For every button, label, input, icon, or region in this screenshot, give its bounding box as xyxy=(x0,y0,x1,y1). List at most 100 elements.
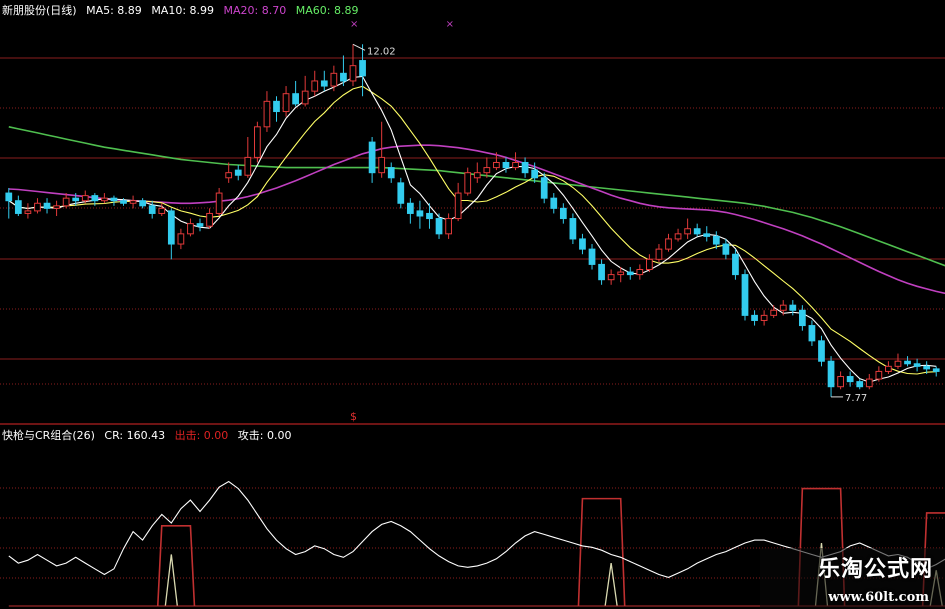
candle-up xyxy=(378,156,386,174)
candle-down xyxy=(751,314,758,321)
candle-down xyxy=(598,263,605,281)
candle-up xyxy=(894,360,902,367)
signal-marker: × xyxy=(446,19,454,30)
candle-down xyxy=(741,274,749,316)
candle-down xyxy=(923,365,931,370)
candle-up xyxy=(607,274,615,281)
candle-up xyxy=(206,212,213,227)
attack-spike xyxy=(604,562,618,607)
candle-down xyxy=(292,93,299,105)
candle-up xyxy=(263,100,271,128)
dollar-marker: $ xyxy=(350,410,357,423)
attack-spike xyxy=(164,554,178,607)
high-price-label: 12.02 xyxy=(367,46,396,57)
candle-up xyxy=(225,172,233,179)
candle-down xyxy=(320,80,328,87)
candle-down xyxy=(913,363,921,367)
candle-down xyxy=(110,197,118,202)
candle-down xyxy=(827,360,835,388)
candle-up xyxy=(244,156,252,176)
candle-down xyxy=(91,195,99,202)
candle-up xyxy=(454,192,462,220)
chart-stage: 12.02 7.77 × × $ 新朋股份(日线) MA5: 8.89 MA10: 8.… xyxy=(0,0,945,609)
strike-bar xyxy=(577,497,626,607)
ma10-value: MA10: 8.99 xyxy=(151,4,215,17)
out-value: 出击: 0.00 xyxy=(174,429,229,442)
candle-down xyxy=(732,253,739,276)
signal-marker: × xyxy=(350,19,358,30)
candle-down xyxy=(426,212,433,220)
candle-down xyxy=(579,238,586,250)
candle-down xyxy=(569,218,577,240)
candle-up xyxy=(865,378,873,388)
candle-down xyxy=(932,368,940,372)
watermark-url: www.60lt.com xyxy=(828,590,929,605)
candle-down xyxy=(416,210,424,217)
candle-down xyxy=(521,161,529,174)
candle-down xyxy=(540,177,548,199)
candle-up xyxy=(254,126,261,158)
candle-up xyxy=(81,195,89,202)
candle-down xyxy=(531,169,539,179)
candle-up xyxy=(665,238,672,250)
candle-up xyxy=(674,233,682,240)
candle-up xyxy=(473,172,481,179)
candle-down xyxy=(502,161,510,169)
candle-up xyxy=(636,269,644,276)
candle-down xyxy=(626,271,634,276)
candle-up xyxy=(330,72,338,87)
candle-up xyxy=(655,248,663,260)
candle-down xyxy=(693,228,701,235)
indicator-header: 快枪与CR组合(26) CR: 160.43 出击: 0.00 攻击: 0.00 xyxy=(2,429,298,443)
candle-down xyxy=(368,141,376,174)
candle-down xyxy=(559,207,567,220)
candle-down xyxy=(703,233,711,237)
low-price-label: 7.77 xyxy=(845,393,867,404)
candle-down xyxy=(904,360,911,365)
candle-up xyxy=(779,304,787,311)
candle-down xyxy=(72,197,80,202)
candle-up xyxy=(684,228,691,235)
ma20-value: MA20: 8.70 xyxy=(223,4,287,17)
candle-down xyxy=(856,381,864,388)
candle-up xyxy=(837,376,844,388)
candle-down xyxy=(14,200,22,214)
candle-up xyxy=(875,370,883,380)
candle-up xyxy=(129,200,137,204)
candle-down xyxy=(139,200,147,207)
ma5-value: MA5: 8.89 xyxy=(86,4,142,17)
candle-down xyxy=(5,192,13,202)
ma60-value: MA60: 8.89 xyxy=(295,4,359,17)
candle-down xyxy=(789,304,797,311)
candle-up xyxy=(885,365,892,372)
candle-down xyxy=(846,376,854,383)
candle-up xyxy=(760,314,768,321)
candle-down xyxy=(818,340,825,362)
attack-value: 攻击: 0.00 xyxy=(237,429,292,442)
candle-up xyxy=(483,167,491,174)
candle-up xyxy=(349,65,357,82)
high-pointer xyxy=(352,43,366,51)
candle-up xyxy=(177,233,185,245)
candle-down xyxy=(167,210,175,245)
main-chart-header: 新朋股份(日线) MA5: 8.89 MA10: 8.99 MA20: 8.70… xyxy=(2,4,364,18)
candle-up xyxy=(34,202,41,212)
candle-up xyxy=(617,271,625,276)
candle-up xyxy=(464,172,472,194)
candle-down xyxy=(435,218,443,235)
candle-down xyxy=(43,202,51,209)
candle-up xyxy=(493,161,500,169)
candle-up xyxy=(445,218,452,235)
candle-down xyxy=(234,169,242,176)
candle-down xyxy=(798,309,806,327)
candle-down xyxy=(148,205,156,214)
candle-up xyxy=(512,161,519,169)
candle-down xyxy=(406,202,414,214)
indicator-name: 快枪与CR组合(26) xyxy=(2,429,95,442)
candle-up xyxy=(282,93,290,113)
chart-canvas[interactable]: 12.02 7.77 × × $ xyxy=(0,0,945,609)
candle-up xyxy=(215,192,223,214)
candle-down xyxy=(588,248,596,265)
candle-down xyxy=(550,197,558,209)
candle-down xyxy=(387,167,395,179)
